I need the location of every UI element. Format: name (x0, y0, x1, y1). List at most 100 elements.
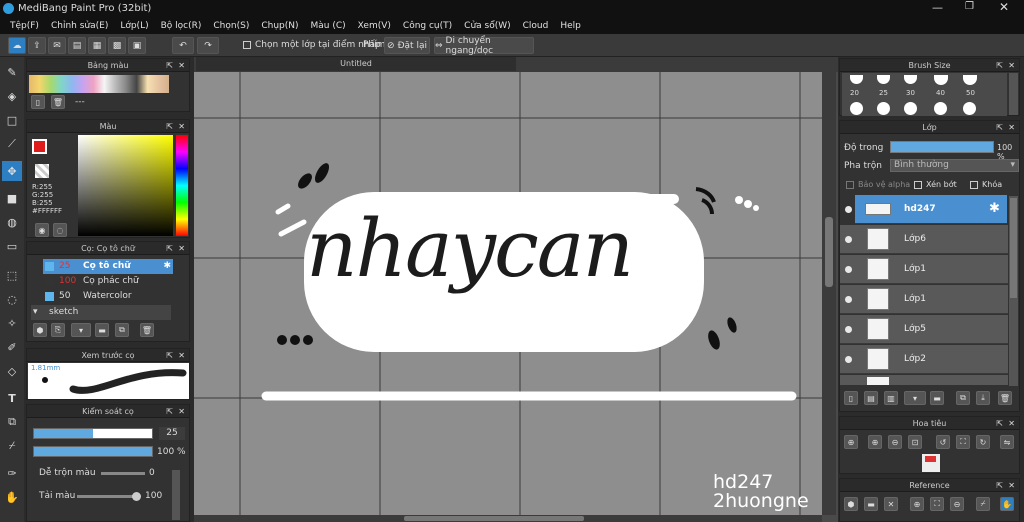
folder-icon[interactable]: ▬ (930, 391, 944, 405)
popout-icon[interactable]: ⇱ (166, 242, 173, 255)
navigator-preview[interactable] (922, 454, 940, 472)
menu-color[interactable]: Màu (C) (305, 21, 352, 31)
add-reference-icon[interactable]: ⬢ (844, 497, 858, 511)
page-icon[interactable]: ▦ (88, 37, 106, 54)
document-icon[interactable]: ▤ (68, 37, 86, 54)
new-layer-icon[interactable]: ▯ (844, 391, 858, 405)
lasso-icon[interactable]: ◌ (2, 289, 22, 309)
size-dot[interactable] (850, 102, 863, 115)
zoom-in-icon[interactable]: ⊕ (910, 497, 924, 511)
menu-edit[interactable]: Chỉnh sửa(E) (45, 21, 114, 31)
popout-icon[interactable]: ⇱ (166, 405, 173, 418)
close-icon[interactable]: ✕ (1008, 479, 1015, 492)
popout-icon[interactable]: ⇱ (166, 120, 173, 133)
zoom-out-icon[interactable]: ⊖ (888, 435, 902, 449)
size-dot[interactable] (963, 75, 977, 85)
size-dot[interactable] (877, 75, 890, 84)
layer-options-icon[interactable]: ▾ (904, 391, 926, 405)
move-hv-button[interactable]: ⇔ Di chuyển ngang/dọc (434, 36, 534, 56)
size-slider[interactable] (33, 428, 153, 439)
fit-screen-icon[interactable]: ⛶ (956, 435, 970, 449)
layer-opacity-slider[interactable] (890, 141, 994, 153)
trash-icon[interactable]: 🗑 (998, 391, 1012, 405)
zoom-actual-icon[interactable]: ⊡ (908, 435, 922, 449)
divide-icon[interactable]: ⧉ (2, 412, 22, 432)
merge-icon[interactable]: ⤓ (976, 391, 990, 405)
menu-select[interactable]: Chọn(S) (207, 21, 255, 31)
load-slider[interactable] (77, 492, 141, 501)
close-icon[interactable]: ✕ (178, 242, 185, 255)
menu-cloud[interactable]: Cloud (517, 21, 555, 31)
delete-palette-icon[interactable]: 🗑 (51, 95, 65, 109)
size-dot[interactable] (934, 75, 948, 85)
zoom-out-icon[interactable]: ⊖ (950, 497, 964, 511)
brush-icon[interactable]: ✎ (2, 62, 22, 82)
bucket-icon[interactable]: ◍ (2, 212, 22, 232)
eye-icon[interactable] (845, 266, 852, 273)
menu-tools[interactable]: Công cụ(T) (397, 21, 458, 31)
zoom-in-icon[interactable]: ⊕ (868, 435, 882, 449)
scrollbar[interactable] (1009, 73, 1018, 115)
layer-row[interactable]: Lớp6 (840, 225, 1008, 254)
menu-window[interactable]: Cửa sổ(W) (458, 21, 516, 31)
redo-icon[interactable]: ↷ (197, 37, 219, 54)
duplicate-icon[interactable]: ⧉ (115, 323, 129, 337)
share-icon[interactable]: ⇪ (28, 37, 46, 54)
add-brush-icon[interactable]: ⬢ (33, 323, 47, 337)
reset-button[interactable]: ⊘ Đặt lại (384, 37, 430, 54)
transparent-swatch[interactable] (35, 164, 49, 178)
close-icon[interactable]: ✕ (1008, 417, 1015, 430)
gear-icon[interactable]: ✱ (989, 201, 1000, 216)
fit-screen-icon[interactable]: ⛶ (930, 497, 944, 511)
color-tool-icon[interactable]: ◉ (35, 223, 49, 237)
dropper-icon[interactable]: ⌿ (976, 497, 990, 511)
brush-item[interactable]: 25 Cọ tô chữ ✱ (43, 259, 173, 274)
hand-icon[interactable]: ✋ (1000, 497, 1014, 511)
zoom-fit-icon[interactable]: ⊕ (844, 435, 858, 449)
close-icon[interactable]: ✕ (178, 349, 185, 362)
scrollbar[interactable] (172, 470, 180, 520)
flip-icon[interactable]: ⇋ (1000, 435, 1014, 449)
popout-icon[interactable]: ⇱ (996, 417, 1003, 430)
line-icon[interactable]: ⟋ (2, 134, 22, 154)
size-dot[interactable] (934, 102, 947, 115)
vertical-scrollbar[interactable] (822, 72, 836, 515)
select-layer-checkbox[interactable] (243, 41, 251, 49)
select-rect-icon[interactable]: ⬚ (2, 265, 22, 285)
menu-help[interactable]: Help (554, 21, 587, 31)
brush-item[interactable]: 50 Watercolor (43, 289, 173, 304)
layer-row[interactable]: Lớp5 (840, 315, 1008, 344)
panel-icon[interactable]: ▣ (128, 37, 146, 54)
size-dot[interactable] (904, 102, 917, 115)
maximize-icon[interactable]: ❐ (965, 1, 974, 12)
popout-icon[interactable]: ⇱ (166, 349, 173, 362)
eye-icon[interactable] (845, 326, 852, 333)
layer-row[interactable]: Lớp2 (840, 345, 1008, 374)
size-dot[interactable] (963, 102, 976, 115)
rotate-right-icon[interactable]: ↻ (976, 435, 990, 449)
move-tool-icon[interactable]: ✥ (2, 161, 22, 181)
clip-checkbox[interactable] (914, 181, 922, 189)
close-icon[interactable]: ✕ (178, 120, 185, 133)
layer-scrollbar[interactable] (1009, 196, 1018, 386)
eraser-icon[interactable]: ◈ (2, 86, 22, 106)
brush-group[interactable]: ▾ sketch (31, 305, 171, 320)
open-folder-icon[interactable]: ▬ (864, 497, 878, 511)
duplicate-icon[interactable]: ⧉ (956, 391, 970, 405)
palette-swatches[interactable] (29, 75, 169, 93)
eye-icon[interactable] (845, 356, 852, 363)
popout-icon[interactable]: ⇱ (996, 121, 1003, 134)
opacity-slider[interactable] (33, 446, 153, 457)
copy-brush-icon[interactable]: ⎘ (51, 323, 65, 337)
text-icon[interactable]: T (2, 388, 22, 408)
menu-view[interactable]: Xem(V) (352, 21, 397, 31)
hand-icon[interactable]: ✋ (2, 487, 22, 507)
comment-icon[interactable]: ✉ (48, 37, 66, 54)
drawing-canvas[interactable]: nhaycan hd247 2huongne (194, 72, 822, 515)
foreground-swatch[interactable] (32, 139, 47, 154)
menu-file[interactable]: Tệp(F) (4, 21, 45, 31)
magic-wand-icon[interactable]: ✧ (2, 313, 22, 333)
fill-rect-icon[interactable]: ■ (2, 188, 22, 208)
select-eraser-icon[interactable]: ◇ (2, 361, 22, 381)
gradient-icon[interactable]: ▭ (2, 236, 22, 256)
